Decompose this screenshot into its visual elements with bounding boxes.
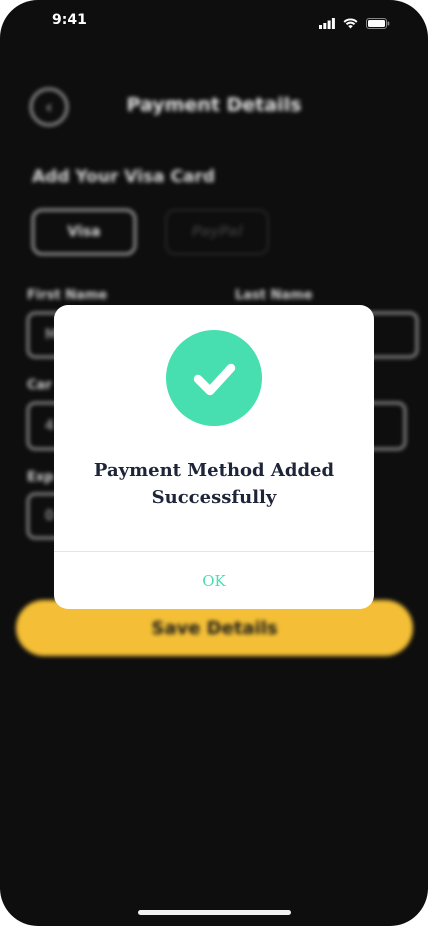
- dialog-message: Payment Method Added Successfully: [74, 457, 354, 511]
- expiry-label: Exp: [27, 470, 54, 485]
- card-number-label: Car: [27, 378, 52, 393]
- phone-screen: 9:41 ‹ Payment Details Add Your Visa Car…: [0, 0, 428, 926]
- dialog-message-line-1: Payment Method Added: [93, 460, 335, 481]
- dialog-message-line-2: Successfully: [151, 487, 277, 508]
- section-title: Add Your Visa Card: [32, 167, 215, 187]
- last-name-label: Last Name: [235, 288, 313, 303]
- page-title: Payment Details: [126, 94, 302, 116]
- card-number-value: 4: [45, 418, 54, 434]
- expiry-value: 0: [45, 508, 54, 524]
- check-circle-icon: [166, 330, 262, 426]
- success-dialog: Payment Method Added Successfully OK: [54, 305, 374, 609]
- visa-option-button[interactable]: Visa: [32, 209, 136, 255]
- home-indicator[interactable]: [138, 910, 291, 915]
- ok-button[interactable]: OK: [54, 552, 374, 609]
- first-name-label: First Name: [27, 288, 108, 303]
- paypal-option-button[interactable]: PayPal: [165, 209, 269, 255]
